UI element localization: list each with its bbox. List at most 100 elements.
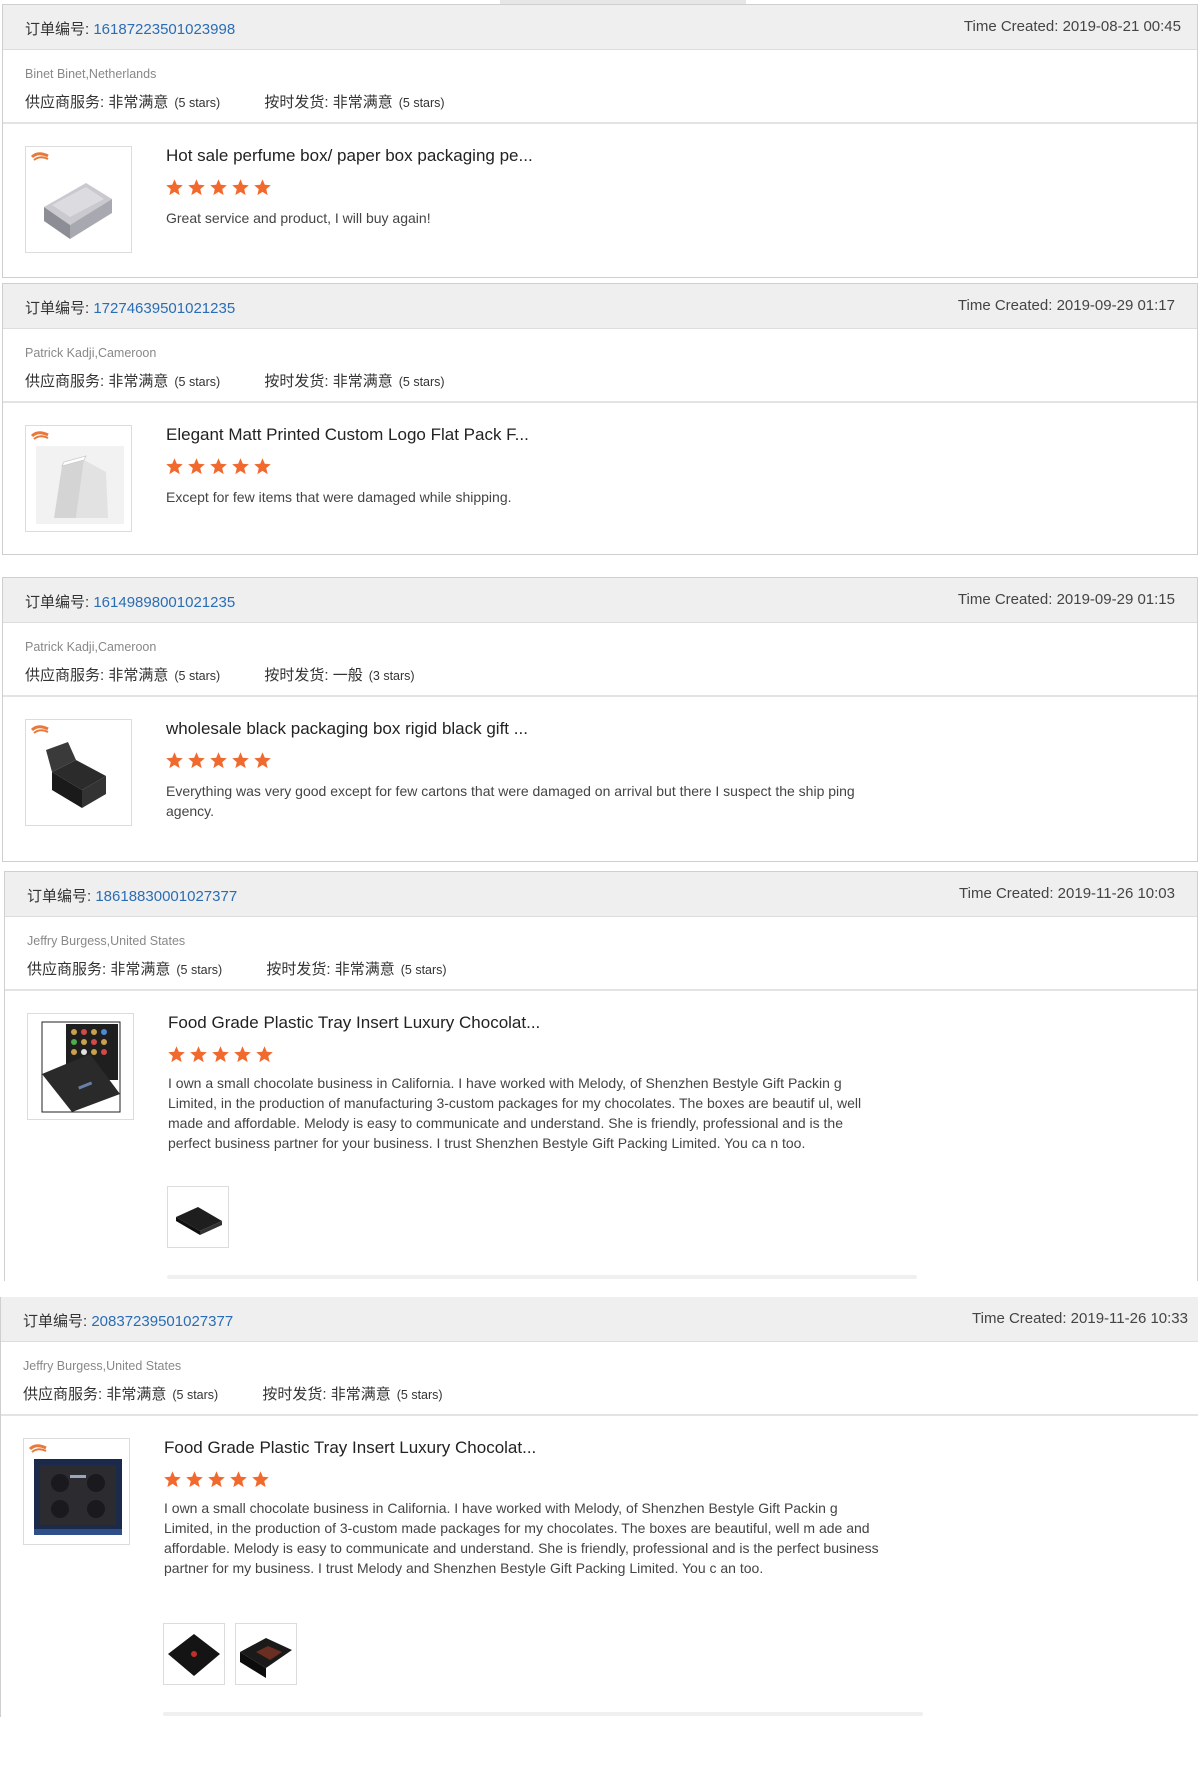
time-created-value: 2019-11-26 10:03 — [1057, 885, 1175, 902]
star-icon — [165, 178, 184, 197]
order-card: 订单编号: 16149898001021235 Time Created: 20… — [2, 577, 1198, 862]
star-icon — [231, 457, 250, 476]
on-time-delivery-rating: 按时发货: 非常满意 (5 stars) — [264, 94, 445, 111]
order-header: 订单编号: 18618830001027377 Time Created: 20… — [5, 872, 1197, 917]
review-text: I own a small chocolate business in Cali… — [164, 1500, 879, 1576]
star-icon — [231, 751, 250, 770]
buyer-name-country: Binet Binet,Netherlands — [25, 67, 157, 81]
time-created-value: 2019-08-21 00:45 — [1062, 18, 1181, 35]
star-icon — [163, 1470, 182, 1489]
star-icon — [209, 751, 228, 770]
product-rating-stars — [167, 1045, 277, 1069]
supplier-service-rating: 供应商服务: 非常满意 (5 stars) — [27, 961, 223, 978]
order-number-link[interactable]: 16149898001021235 — [93, 594, 235, 611]
product-title-link[interactable]: wholesale black packaging box rigid blac… — [166, 719, 528, 739]
star-icon — [187, 457, 206, 476]
star-icon — [233, 1045, 252, 1064]
time-created-label: Time Created: — [957, 297, 1053, 314]
service-ratings: 供应商服务: 非常满意 (5 stars) 按时发货: 非常满意 (5 stars) — [23, 1383, 483, 1404]
time-created-value: 2019-11-26 10:33 — [1070, 1310, 1188, 1327]
star-icon — [209, 178, 228, 197]
time-created-label: Time Created: — [972, 1310, 1067, 1327]
divider — [5, 989, 1197, 991]
star-icon — [253, 751, 272, 770]
order-number-link[interactable]: 20837239501027377 — [91, 1313, 233, 1330]
review-text: I own a small chocolate business in Cali… — [168, 1075, 862, 1151]
buyer-name-country: Patrick Kadji,Cameroon — [25, 640, 157, 654]
white-flat-pack-box-image[interactable] — [25, 425, 132, 532]
grey-perfume-box-image[interactable] — [25, 146, 132, 253]
black-slim-box-photo[interactable] — [167, 1186, 229, 1248]
service-ratings: 供应商服务: 非常满意 (5 stars) 按时发货: 非常满意 (5 stars) — [25, 91, 485, 112]
star-icon — [185, 1470, 204, 1489]
order-number-label: 订单编号: — [25, 594, 90, 611]
order-number-label: 订单编号: — [27, 888, 92, 905]
order-header: 订单编号: 16149898001021235 Time Created: 20… — [3, 578, 1197, 623]
order-header: 订单编号: 17274639501021235 Time Created: 20… — [3, 284, 1197, 329]
star-icon — [253, 457, 272, 476]
product-title-link[interactable]: Food Grade Plastic Tray Insert Luxury Ch… — [164, 1438, 536, 1458]
review-text: Great service and product, I will buy ag… — [166, 210, 431, 226]
open-chocolate-box-photo[interactable] — [235, 1623, 297, 1685]
order-card: 订单编号: 18618830001027377 Time Created: 20… — [4, 871, 1198, 1281]
star-icon — [211, 1045, 230, 1064]
star-icon — [207, 1470, 226, 1489]
time-created-label: Time Created: — [963, 18, 1059, 35]
service-ratings: 供应商服务: 非常满意 (5 stars) 按时发货: 一般 (3 stars) — [25, 664, 455, 685]
product-title-link[interactable]: Elegant Matt Printed Custom Logo Flat Pa… — [166, 425, 529, 445]
divider — [3, 122, 1197, 124]
product-rating-stars — [165, 178, 275, 202]
order-header: 订单编号: 16187223501023998 Time Created: 20… — [3, 5, 1197, 50]
star-icon — [231, 178, 250, 197]
service-ratings: 供应商服务: 非常满意 (5 stars) 按时发货: 非常满意 (5 stars) — [25, 370, 485, 391]
product-title-link[interactable]: Hot sale perfume box/ paper box packagin… — [166, 146, 533, 166]
on-time-delivery-rating: 按时发货: 非常满意 (5 stars) — [262, 1386, 443, 1403]
on-time-delivery-rating: 按时发货: 非常满意 (5 stars) — [264, 373, 445, 390]
buyer-name-country: Jeffry Burgess,United States — [23, 1359, 182, 1373]
service-ratings: 供应商服务: 非常满意 (5 stars) 按时发货: 非常满意 (5 stars) — [27, 958, 487, 979]
divider — [3, 695, 1197, 697]
order-number-link[interactable]: 16187223501023998 — [93, 21, 235, 38]
star-icon — [251, 1470, 270, 1489]
product-rating-stars — [163, 1470, 273, 1494]
time-created-label: Time Created: — [959, 885, 1054, 902]
star-icon — [187, 751, 206, 770]
star-icon — [187, 178, 206, 197]
supplier-service-rating: 供应商服务: 非常满意 (5 stars) — [23, 1386, 219, 1403]
supplier-service-rating: 供应商服务: 非常满意 (5 stars) — [25, 94, 221, 111]
star-icon — [229, 1470, 248, 1489]
time-created-value: 2019-09-29 01:15 — [1056, 591, 1175, 608]
on-time-delivery-rating: 按时发货: 非常满意 (5 stars) — [266, 961, 447, 978]
black-gift-box-image[interactable] — [25, 719, 132, 826]
star-icon — [165, 751, 184, 770]
product-rating-stars — [165, 457, 275, 481]
divider — [1, 1414, 1198, 1416]
blue-chocolate-box-image[interactable] — [23, 1438, 130, 1545]
product-rating-stars — [165, 751, 275, 775]
supplier-service-rating: 供应商服务: 非常满意 (5 stars) — [25, 373, 221, 390]
star-icon — [253, 178, 272, 197]
on-time-delivery-rating: 按时发货: 一般 (3 stars) — [264, 667, 415, 684]
review-text: Everything was very good except for few … — [166, 783, 855, 819]
attachment-divider — [167, 1275, 917, 1279]
order-number-link[interactable]: 17274639501021235 — [93, 300, 235, 317]
order-card: 订单编号: 16187223501023998 Time Created: 20… — [2, 4, 1198, 278]
star-icon — [209, 457, 228, 476]
order-number-link[interactable]: 18618830001027377 — [95, 888, 237, 905]
star-icon — [167, 1045, 186, 1064]
review-text: Except for few items that were damaged w… — [166, 489, 512, 505]
star-icon — [255, 1045, 274, 1064]
star-icon — [165, 457, 184, 476]
order-header: 订单编号: 20837239501027377 Time Created: 20… — [1, 1297, 1198, 1342]
buyer-name-country: Patrick Kadji,Cameroon — [25, 346, 157, 360]
attachment-divider — [163, 1712, 923, 1716]
product-title-link[interactable]: Food Grade Plastic Tray Insert Luxury Ch… — [168, 1013, 540, 1033]
order-number-label: 订单编号: — [23, 1313, 88, 1330]
order-number-label: 订单编号: — [25, 21, 90, 38]
star-icon — [189, 1045, 208, 1064]
black-box-red-logo-photo[interactable] — [163, 1623, 225, 1685]
chocolate-tray-box-image[interactable] — [27, 1013, 134, 1120]
time-created-value: 2019-09-29 01:17 — [1056, 297, 1175, 314]
order-card: 订单编号: 20837239501027377 Time Created: 20… — [0, 1297, 1198, 1717]
buyer-name-country: Jeffry Burgess,United States — [27, 934, 186, 948]
